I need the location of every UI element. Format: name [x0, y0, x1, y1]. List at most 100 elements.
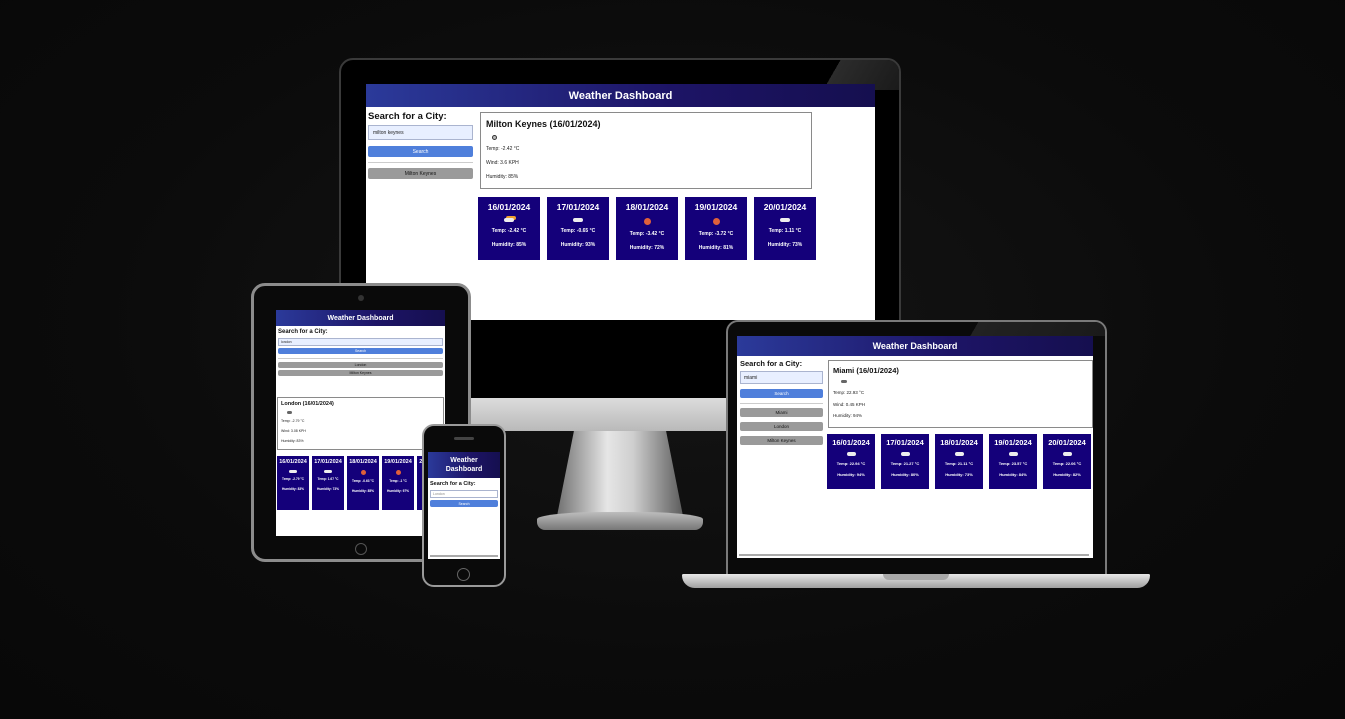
cloud-moon-icon [841, 380, 847, 383]
sidebar: Search for a City: London Search [428, 478, 500, 510]
scrollbar[interactable] [739, 554, 1089, 556]
sun-icon [395, 470, 401, 475]
forecast-humidity: Humidity: 72% [629, 245, 665, 251]
forecast-temp: Temp: -2.42 °C [491, 228, 527, 235]
search-heading: Search for a City: [430, 481, 476, 487]
forecast-row: 16/01/2024 Temp: 22.94 °C Humidity: 94% 17/… [827, 434, 1091, 489]
search-button[interactable]: Search [368, 146, 473, 157]
search-button[interactable]: Search [278, 348, 443, 354]
current-temp: Temp: -2.79 °C [281, 419, 305, 423]
search-input[interactable]: London [430, 490, 498, 498]
forecast-date: 16/01/2024 [832, 438, 870, 447]
cloud-sun-icon [504, 218, 514, 223]
forecast-humidity: Humidity: 82% [1053, 471, 1081, 477]
forecast-card: 19/01/2024 Temp: -1 °C Humidity: 97% [382, 456, 414, 510]
forecast-humidity: Humidity: 85% [352, 489, 374, 493]
forecast-temp: Temp: 22.06 °C [1052, 460, 1082, 466]
history-button-milton-keynes[interactable]: Milton Keynes [368, 168, 473, 179]
forecast-date: 19/01/2024 [384, 459, 412, 465]
divider [368, 162, 473, 163]
cloud-moon-icon [287, 411, 292, 414]
history-button-london[interactable]: London [740, 422, 823, 431]
forecast-humidity: Humidity: 80% [891, 471, 919, 477]
sidebar: Search for a City: london Search London … [278, 329, 443, 376]
search-button[interactable]: Search [740, 389, 823, 398]
tablet-home-button [355, 543, 367, 555]
cloud-icon [954, 452, 964, 456]
current-humidity: Humidity: 85% [486, 174, 519, 180]
sun-icon [643, 218, 651, 225]
page-title-line-2: Dashboard [445, 466, 483, 473]
page-title: Weather Dashboard [872, 341, 958, 351]
sun-icon [360, 470, 366, 475]
page-title: Weather Dashboard [327, 314, 394, 322]
page-title: Weather Dashboard [568, 89, 673, 102]
current-wind: Wind: 3.6 KPH [486, 160, 519, 166]
search-input[interactable]: milton keynes [368, 125, 473, 140]
search-heading: Search for a City: [368, 111, 447, 122]
scrollbar[interactable] [430, 555, 498, 557]
forecast-temp: Temp: -1 °C [389, 479, 407, 483]
forecast-card: 17/01/2024 Temp: 1.67 °C Humidity: 73% [312, 456, 344, 510]
forecast-temp: Temp: 23.57 °C [998, 460, 1028, 466]
forecast-date: 19/01/2024 [694, 202, 738, 212]
forecast-date: 16/01/2024 [487, 202, 531, 212]
forecast-temp: Temp: -3.42 °C [629, 231, 665, 237]
cloud-icon [900, 452, 910, 456]
cloud-icon [289, 470, 297, 473]
current-humidity: Humidity: 83% [281, 439, 304, 443]
forecast-card: 16/01/2024 Temp: 22.94 °C Humidity: 94% [827, 434, 875, 489]
laptop-glare [960, 322, 1105, 336]
moon-icon [492, 135, 497, 140]
search-button[interactable]: Search [430, 500, 498, 507]
forecast-card: 18/01/2024 Temp: -3.42 °C Humidity: 72% [616, 197, 678, 260]
forecast-humidity: Humidity: 94% [837, 471, 865, 477]
app-header: Weather Dashboard [366, 84, 875, 107]
forecast-humidity: Humidity: 73% [317, 487, 339, 491]
cloud-icon [1062, 452, 1072, 456]
history-button-miami[interactable]: Miami [740, 408, 823, 417]
forecast-card: 20/01/2024 Temp: 1.11 °C Humidity: 73% [754, 197, 816, 260]
sidebar: Search for a City: miami Search Miami Lo… [740, 359, 823, 445]
forecast-humidity: Humidity: 93% [560, 242, 596, 249]
current-temp: Temp: -2.42 °C [486, 146, 520, 152]
tablet-screen: Weather Dashboard Search for a City: lon… [276, 310, 445, 536]
forecast-humidity: Humidity: 97% [387, 489, 409, 493]
cloud-icon [324, 470, 332, 473]
current-wind: Wind: 3.08 KPH [281, 429, 306, 433]
search-heading: Search for a City: [740, 359, 803, 368]
forecast-humidity: Humidity: 84% [999, 471, 1027, 477]
app-header: Weather Dashboard [428, 452, 500, 478]
current-city-title: Milton Keynes (16/01/2024) [486, 119, 601, 129]
forecast-card: 16/01/2024 Temp: -2.79 °C Humidity: 83% [277, 456, 309, 510]
current-temp: Temp: 22.93 °C [833, 390, 865, 395]
current-humidity: Humidity: 94% [833, 413, 863, 418]
forecast-temp: Temp: 22.94 °C [836, 460, 866, 466]
forecast-card: 17/01/2024 Temp: 21.27 °C Humidity: 80% [881, 434, 929, 489]
phone-home-button [457, 568, 470, 581]
forecast-humidity: Humidity: 73% [945, 471, 973, 477]
forecast-date: 19/01/2024 [994, 438, 1032, 447]
monitor-base [537, 512, 703, 530]
search-input[interactable]: miami [740, 371, 823, 384]
forecast-card: 17/01/2024 Temp: -0.65 °C Humidity: 93% [547, 197, 609, 260]
forecast-date: 18/01/2024 [349, 459, 377, 465]
laptop-screen: Weather Dashboard Search for a City: mia… [737, 336, 1093, 558]
forecast-card: 20/01/2024 Temp: 22.06 °C Humidity: 82% [1043, 434, 1091, 489]
cloud-icon [1008, 452, 1018, 456]
history-button-milton-keynes[interactable]: Milton Keynes [740, 436, 823, 445]
forecast-date: 18/01/2024 [625, 202, 669, 212]
forecast-temp: Temp: 1.11 °C [768, 228, 802, 235]
monitor-stand [556, 431, 684, 521]
phone-speaker [454, 437, 474, 440]
laptop-notch [883, 574, 949, 580]
forecast-temp: Temp: -0.63 °C [352, 479, 374, 483]
forecast-date: 20/01/2024 [1048, 438, 1086, 447]
history-button-milton-keynes[interactable]: Milton Keynes [278, 370, 443, 376]
device-mockup-stage: Weather Dashboard Search for a City: mil… [0, 0, 1345, 719]
forecast-card: 19/01/2024 Temp: -3.72 °C Humidity: 81% [685, 197, 747, 260]
history-button-london[interactable]: London [278, 362, 443, 368]
cloud-icon [780, 218, 790, 223]
search-input[interactable]: london [278, 338, 443, 346]
forecast-temp: Temp: 21.27 °C [890, 460, 920, 466]
